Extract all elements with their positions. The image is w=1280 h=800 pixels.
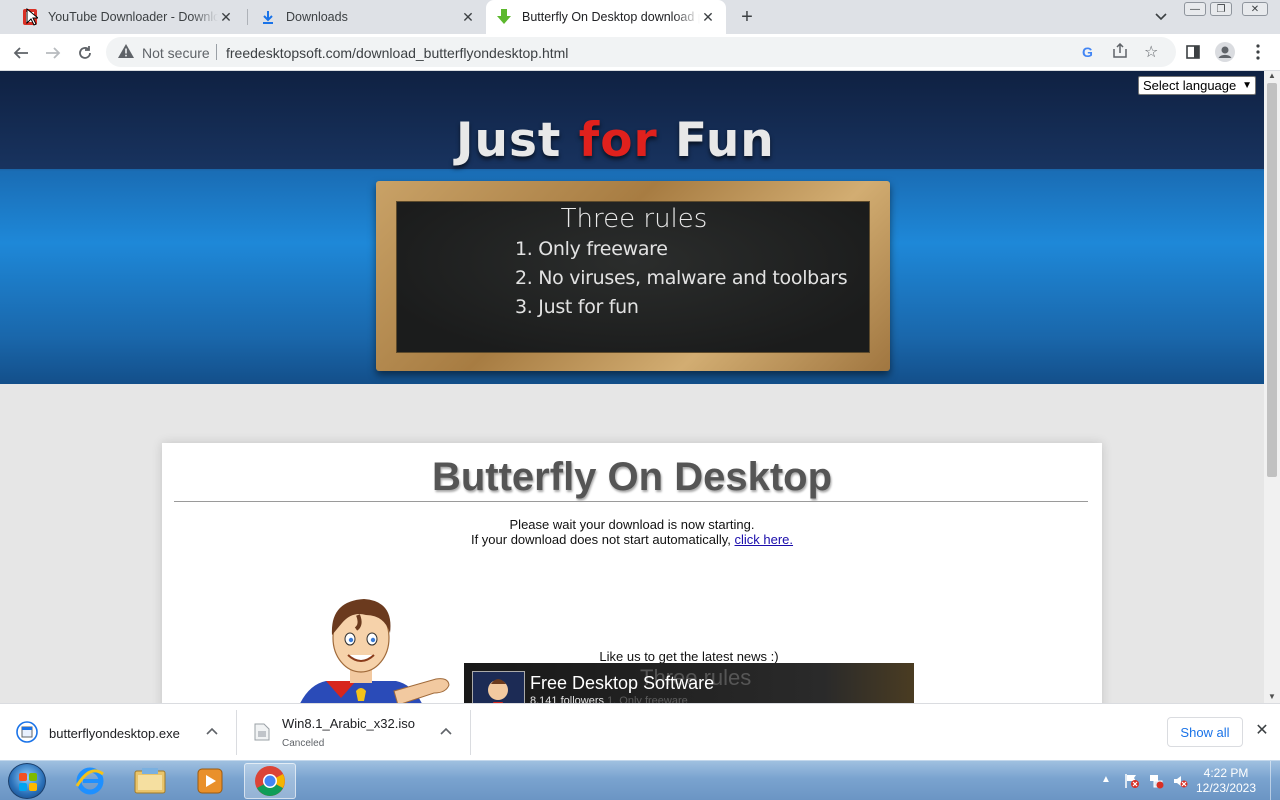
address-bar[interactable]: Not secure freedesktopsoft.com/download_…	[106, 37, 1176, 67]
tab-strip: YouTube Downloader - Download Video ✕ Do…	[0, 0, 1280, 34]
show-desktop-button[interactable]	[1270, 761, 1280, 800]
clock-time: 4:22 PM	[1203, 766, 1249, 780]
facebook-page-name[interactable]: Free Desktop Software	[530, 673, 714, 694]
language-select[interactable]: Select language ▼	[1138, 76, 1256, 95]
logo-text-part2: for	[578, 113, 658, 168]
site-logo[interactable]: Just for Fun	[456, 113, 775, 168]
bookmark-star-icon[interactable]: ☆	[1144, 42, 1158, 62]
click-here-link[interactable]: click here.	[735, 532, 794, 547]
close-tab-icon[interactable]: ✕	[218, 9, 234, 25]
chalkboard-frame: Three rules 1. Only freeware 2. No virus…	[376, 181, 890, 371]
share-icon[interactable]	[1112, 42, 1128, 64]
system-clock[interactable]: 4:22 PM 12/23/2023	[1190, 766, 1262, 796]
download-status: Canceled	[282, 738, 325, 749]
divider	[216, 44, 217, 60]
tab-title: YouTube Downloader - Download Video	[48, 10, 218, 24]
tab-youtube-downloader[interactable]: YouTube Downloader - Download Video ✕	[12, 0, 244, 34]
mouse-cursor-icon	[26, 7, 40, 31]
chalkboard: Three rules 1. Only freeware 2. No virus…	[396, 201, 870, 353]
logo-text-part3: Fun	[657, 113, 775, 168]
download-message-line1: Please wait your download is now startin…	[509, 517, 755, 532]
windows-logo-icon	[19, 773, 37, 791]
url-text[interactable]: freedesktopsoft.com/download_butterflyon…	[226, 45, 568, 61]
scroll-up-arrow-icon[interactable]: ▲	[1268, 71, 1276, 80]
internet-explorer-icon[interactable]	[64, 763, 116, 799]
clock-date: 12/23/2023	[1195, 781, 1257, 795]
green-download-arrow-icon	[496, 9, 512, 25]
hero-banner: Select language ▼ Just for Fun Three rul…	[0, 71, 1264, 384]
chevron-down-icon: ▼	[1242, 80, 1252, 91]
facebook-page-avatar[interactable]	[472, 671, 525, 703]
widget-background-rule: 1. Only freeware	[607, 695, 688, 703]
close-tab-icon[interactable]: ✕	[460, 9, 476, 25]
divider	[174, 501, 1088, 502]
tab-separator	[247, 9, 248, 25]
download-item[interactable]: Win8.1_Arabic_x32.iso Canceled	[236, 704, 470, 761]
facebook-followers-count: 8,141 followers 1. Only freeware	[530, 695, 688, 703]
followers-count-text: 8,141 followers	[530, 695, 604, 703]
divider	[470, 710, 471, 755]
minimize-button[interactable]: —	[1184, 2, 1206, 16]
scrollbar-thumb[interactable]	[1267, 83, 1277, 477]
download-icon	[260, 9, 276, 25]
download-item[interactable]: butterflyondesktop.exe	[0, 704, 236, 761]
download-card: Butterfly On Desktop Please wait your do…	[162, 443, 1102, 703]
volume-muted-icon[interactable]	[1172, 773, 1188, 794]
file-icon	[254, 723, 276, 745]
action-center-flag-icon[interactable]	[1124, 773, 1140, 794]
scroll-down-arrow-icon[interactable]: ▼	[1268, 692, 1276, 701]
network-icon[interactable]	[1148, 773, 1164, 794]
menu-kebab-icon[interactable]	[1246, 40, 1270, 64]
tab-title: Butterfly On Desktop download page	[522, 10, 700, 24]
rule-item: 1. Only freeware	[515, 238, 668, 260]
like-us-text: Like us to get the latest news :)	[599, 649, 779, 664]
profile-avatar-icon[interactable]	[1213, 40, 1237, 64]
browser-toolbar: Not secure freedesktopsoft.com/download_…	[0, 34, 1280, 71]
tab-downloads[interactable]: Downloads ✕	[250, 0, 486, 34]
close-window-button[interactable]: ✕	[1242, 2, 1268, 16]
chrome-taskbar-icon[interactable]	[244, 763, 296, 799]
download-message-line2-row: If your download does not start automati…	[162, 532, 1102, 547]
forward-button[interactable]	[41, 41, 65, 65]
logo-text-part1: Just	[456, 113, 579, 168]
download-shelf: butterflyondesktop.exe Win8.1_Arabic_x32…	[0, 703, 1280, 760]
close-shelf-icon[interactable]: ✕	[1254, 723, 1270, 739]
reload-button[interactable]	[73, 41, 97, 65]
download-message-line2: If your download does not start automati…	[470, 532, 731, 547]
language-select-value: Select language	[1143, 78, 1237, 93]
superhero-mascot-image	[286, 593, 456, 703]
new-tab-button[interactable]: +	[736, 6, 758, 28]
security-status[interactable]: Not secure	[142, 45, 210, 61]
windows-taskbar: ▲ 4:22 PM 12/23/2023	[0, 760, 1280, 800]
exe-file-icon	[16, 721, 38, 743]
download-filename: butterflyondesktop.exe	[49, 726, 180, 741]
download-filename: Win8.1_Arabic_x32.iso	[282, 716, 415, 731]
restore-button[interactable]: ❐	[1210, 2, 1232, 16]
back-button[interactable]	[9, 41, 33, 65]
rule-item: 2. No viruses, malware and toolbars	[515, 267, 848, 289]
download-message: Please wait your download is now startin…	[162, 517, 1102, 547]
show-hidden-icons-arrow-icon[interactable]: ▲	[1101, 774, 1111, 785]
show-all-button[interactable]: Show all	[1167, 717, 1243, 747]
google-translate-icon[interactable]: G	[1082, 44, 1093, 60]
web-page: Select language ▼ Just for Fun Three rul…	[0, 71, 1264, 703]
rule-item: 3. Just for fun	[515, 296, 639, 318]
start-button[interactable]	[8, 763, 46, 799]
tab-butterfly-download[interactable]: Butterfly On Desktop download page ✕	[486, 0, 726, 34]
side-panel-icon[interactable]	[1181, 40, 1205, 64]
chalkboard-title: Three rules	[560, 204, 708, 234]
chevron-up-icon[interactable]	[206, 724, 218, 738]
facebook-page-widget[interactable]: Three rules Free Desktop Software 8,141 …	[464, 663, 914, 703]
page-title: Butterfly On Desktop	[431, 455, 833, 499]
chevron-up-icon[interactable]	[440, 724, 452, 738]
warning-triangle-icon[interactable]	[118, 44, 134, 63]
page-scrollbar[interactable]: ▲ ▼	[1264, 71, 1280, 703]
media-player-icon[interactable]	[184, 763, 236, 799]
file-explorer-icon[interactable]	[124, 763, 176, 799]
tab-title: Downloads	[286, 10, 348, 24]
close-tab-icon[interactable]: ✕	[700, 9, 716, 25]
tab-search-chevron-icon[interactable]	[1152, 8, 1170, 26]
